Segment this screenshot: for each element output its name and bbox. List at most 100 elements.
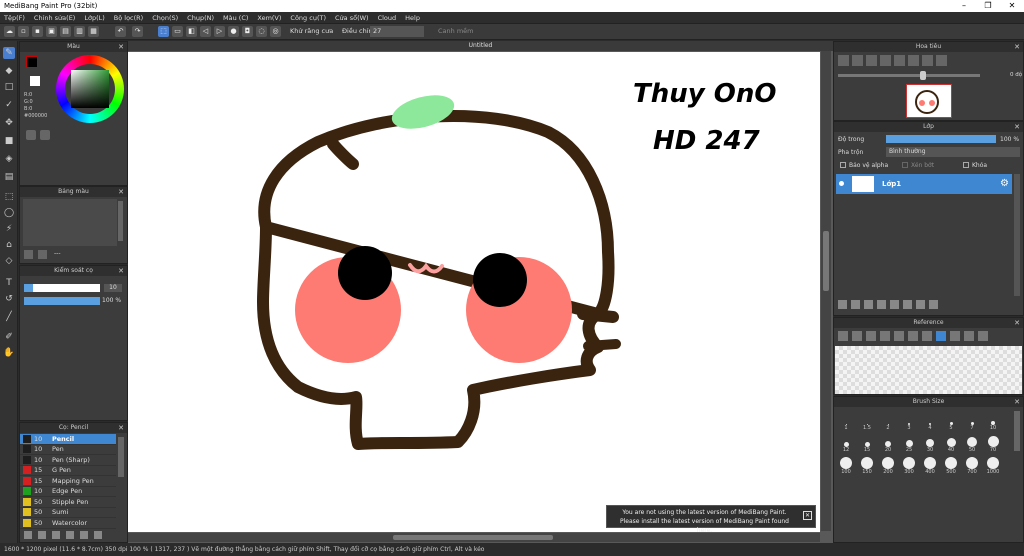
menu-file[interactable]: Tệp(F) <box>4 14 25 22</box>
brush-size-option[interactable]: 1.5 <box>857 413 877 431</box>
grid-icon[interactable]: ● <box>228 26 239 37</box>
new-1bit-layer-icon[interactable] <box>877 300 886 309</box>
reference-rotate-right-icon[interactable] <box>978 331 988 341</box>
brush-row[interactable]: 10 Pen (Sharp) <box>20 455 116 466</box>
brush-size-option[interactable]: 30 <box>920 435 940 453</box>
zoom-in-icon[interactable] <box>838 55 849 66</box>
cloud-icon[interactable]: ☁ <box>4 26 15 37</box>
new-halftone-layer-icon[interactable] <box>851 300 860 309</box>
foreground-swatch[interactable] <box>26 56 38 68</box>
brush-size-option[interactable]: 100 <box>836 457 856 475</box>
menu-cloud[interactable]: Cloud <box>378 14 397 22</box>
delete-brush-icon[interactable] <box>94 531 102 539</box>
clipping-checkbox[interactable] <box>902 162 908 168</box>
layer-row[interactable]: Lớp1 ⚙ <box>836 174 1012 194</box>
invert-selection-icon[interactable]: ◧ <box>186 26 197 37</box>
export-icon[interactable]: ▥ <box>74 26 85 37</box>
brush-size-option[interactable]: 150 <box>857 457 877 475</box>
brush-size-option[interactable]: 20 <box>878 435 898 453</box>
snap-off-icon[interactable]: ◌ <box>256 26 267 37</box>
close-button[interactable]: ✕ <box>1000 0 1024 12</box>
undo-icon[interactable]: ↶ <box>115 26 126 37</box>
close-icon[interactable]: ✕ <box>1014 122 1020 132</box>
rotate-reset-icon[interactable] <box>908 55 919 66</box>
brush-row[interactable]: 50 Watercolor <box>20 518 116 529</box>
reference-fit-icon[interactable] <box>908 331 918 341</box>
brush-row[interactable]: 50 Sumi <box>20 508 116 518</box>
reference-open-icon[interactable] <box>838 331 848 341</box>
brush-size-option[interactable]: 1000 <box>983 457 1003 475</box>
print-icon[interactable]: ▦ <box>88 26 99 37</box>
correction-select[interactable]: 27 <box>370 26 424 37</box>
bucket-tool-icon[interactable]: ◈ <box>3 153 15 165</box>
brush-size-scrollbar[interactable] <box>1014 411 1020 451</box>
add-brush-icon[interactable] <box>24 531 32 539</box>
redo-icon[interactable]: ↷ <box>132 26 143 37</box>
menu-help[interactable]: Help <box>405 14 420 22</box>
menu-select[interactable]: Chọn(S) <box>152 14 178 22</box>
brush-opacity-slider[interactable] <box>24 297 100 305</box>
select-pen-icon[interactable]: ✓ <box>3 99 15 111</box>
reference-close-icon[interactable] <box>866 331 876 341</box>
add-color-icon[interactable] <box>24 250 33 259</box>
hue-wheel[interactable] <box>56 55 124 123</box>
gradient-tool-icon[interactable]: ▤ <box>3 171 15 183</box>
canvas-tab[interactable]: Untitled <box>128 41 833 51</box>
drawing-canvas[interactable]: Thuy OnO HD 247 <box>128 52 820 532</box>
brush-size-option[interactable]: 300 <box>899 457 919 475</box>
brush-size-value[interactable]: 10 <box>104 284 122 292</box>
eraser-tool-icon[interactable]: ◆ <box>3 65 15 77</box>
divide-tool-icon[interactable]: ╱ <box>3 311 15 323</box>
brush-row[interactable]: 10 Edge Pen <box>20 487 116 497</box>
share-icon[interactable]: ▤ <box>60 26 71 37</box>
fit-icon[interactable] <box>866 55 877 66</box>
brush-size-slider[interactable] <box>24 284 100 292</box>
open-icon[interactable]: ▪ <box>32 26 43 37</box>
menu-edit[interactable]: Chỉnh sửa(E) <box>34 14 75 22</box>
zoom-slider[interactable] <box>838 71 980 80</box>
brush-size-option[interactable]: 70 <box>983 435 1003 453</box>
lock-checkbox[interactable] <box>963 162 969 168</box>
reference-add-icon[interactable] <box>852 331 862 341</box>
layer-opacity-slider[interactable] <box>886 135 996 143</box>
operation-tool-icon[interactable]: ↺ <box>3 293 15 305</box>
rotate-right-icon[interactable] <box>922 55 933 66</box>
snap-soft-label[interactable]: Canh mềm <box>438 27 474 35</box>
brush-size-option[interactable]: 500 <box>941 457 961 475</box>
brush-size-option[interactable]: 200 <box>878 457 898 475</box>
background-swatch[interactable] <box>30 76 40 86</box>
select-all-icon[interactable]: ⬚ <box>158 26 169 37</box>
rotate-left-icon[interactable] <box>894 55 905 66</box>
fill-rect-icon[interactable]: ■ <box>3 135 15 147</box>
snap-icon[interactable]: ◘ <box>242 26 253 37</box>
new-file-icon[interactable]: ▫ <box>18 26 29 37</box>
dot-tool-icon[interactable]: □ <box>3 81 15 93</box>
palette-area[interactable] <box>23 199 117 246</box>
brush-size-option[interactable]: 7 <box>962 413 982 431</box>
zoom-out-icon[interactable] <box>852 55 863 66</box>
reference-zoom-in-icon[interactable] <box>880 331 890 341</box>
close-icon[interactable]: ✕ <box>118 423 124 433</box>
select-eraser-icon[interactable]: ◇ <box>3 255 15 267</box>
layer-scrollbar[interactable] <box>1014 174 1020 296</box>
close-icon[interactable]: ✕ <box>1014 318 1020 328</box>
brush-size-option[interactable]: 25 <box>899 435 919 453</box>
brush-row[interactable]: 15 Mapping Pen <box>20 476 116 487</box>
menu-window[interactable]: Cửa sổ(W) <box>335 14 369 22</box>
update-notice[interactable]: You are not using the latest version of … <box>606 505 816 534</box>
brush-size-option[interactable]: 2 <box>878 413 898 431</box>
new-layer-icon[interactable] <box>838 300 847 309</box>
brush-row[interactable]: 10 Pencil <box>20 434 116 445</box>
brush-size-option[interactable]: 1 <box>836 413 856 431</box>
brush-row[interactable]: 10 Pen <box>20 445 116 455</box>
vertical-scrollbar[interactable] <box>821 51 831 531</box>
menu-filter[interactable]: Bộ lọc(R) <box>114 14 143 22</box>
brush-size-option[interactable]: 700 <box>962 457 982 475</box>
select-brush-icon[interactable]: ⌂ <box>3 239 15 251</box>
brush-size-option[interactable]: 50 <box>962 435 982 453</box>
menu-color[interactable]: Màu (C) <box>223 14 248 22</box>
lasso-icon[interactable]: ◯ <box>3 207 15 219</box>
brush-size-option[interactable]: 40 <box>941 435 961 453</box>
brush-copy-icon[interactable] <box>38 531 46 539</box>
close-icon[interactable]: ✕ <box>1014 397 1020 407</box>
